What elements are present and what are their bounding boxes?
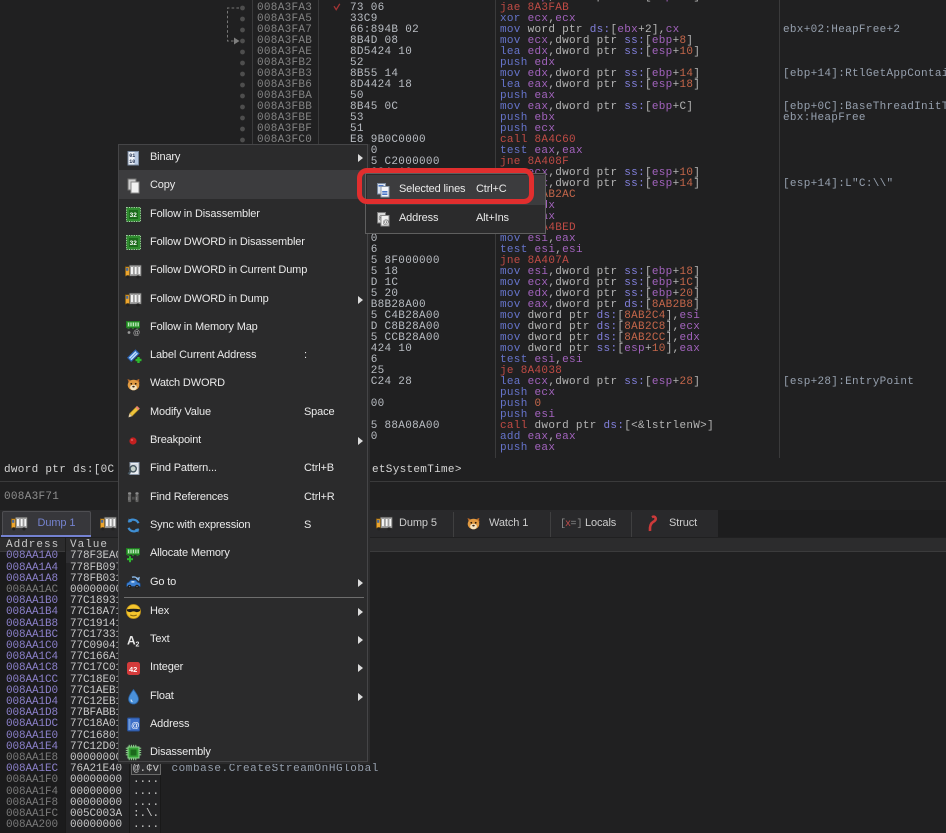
svg-text:=]: =] [571,518,583,529]
svg-text:@: @ [383,219,390,226]
